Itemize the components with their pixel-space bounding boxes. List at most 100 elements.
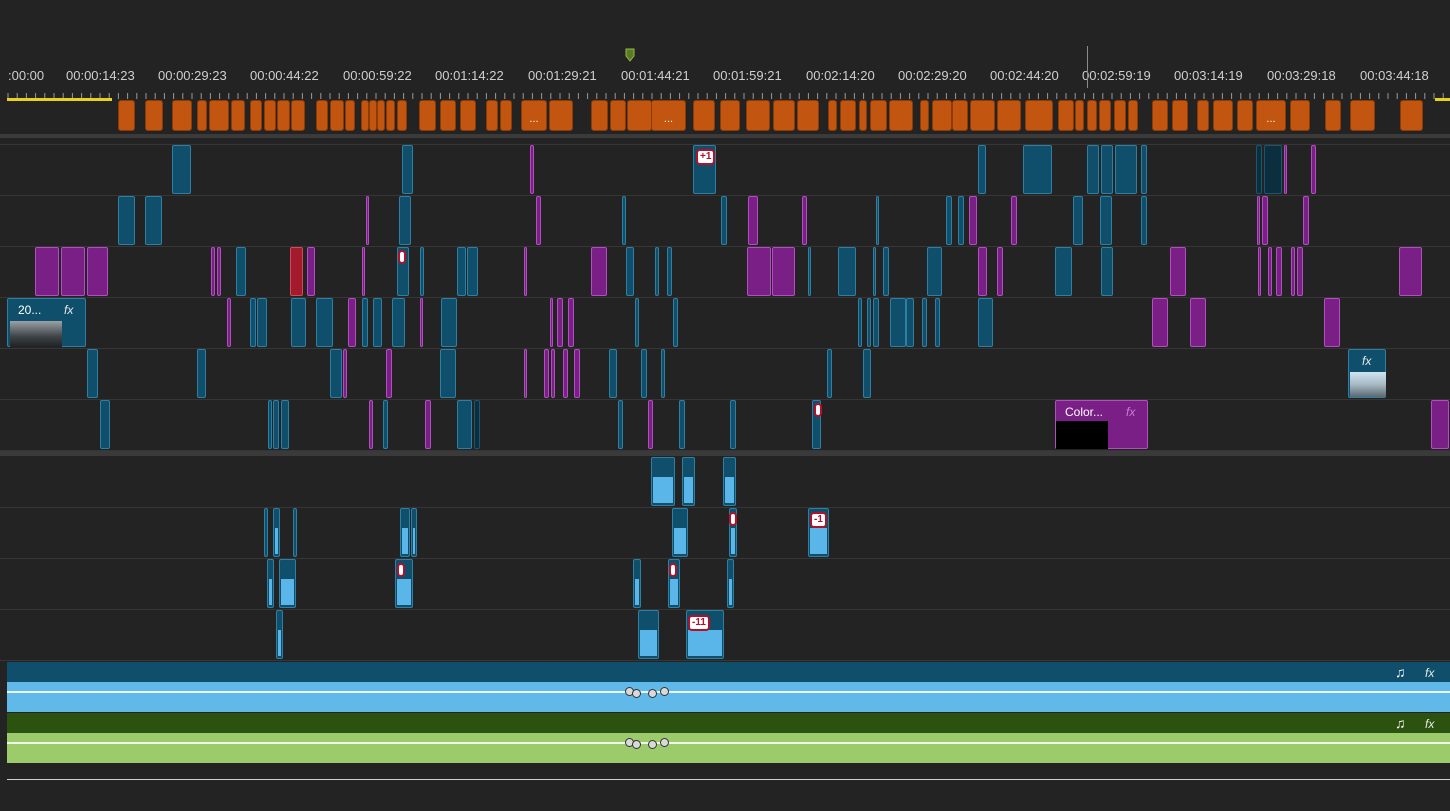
timeline-marker[interactable] bbox=[1172, 100, 1188, 131]
video-clip[interactable] bbox=[568, 298, 574, 347]
keyframe-icon[interactable] bbox=[660, 738, 669, 747]
audio-clip[interactable] bbox=[723, 457, 736, 506]
video-clip[interactable] bbox=[402, 145, 413, 194]
timeline-marker[interactable] bbox=[1325, 100, 1341, 131]
video-clip[interactable] bbox=[172, 145, 191, 194]
video-clip[interactable] bbox=[366, 196, 369, 245]
video-clip[interactable] bbox=[1284, 145, 1287, 194]
keyframe-icon[interactable] bbox=[660, 687, 669, 696]
video-clip[interactable] bbox=[250, 298, 256, 347]
video-clip[interactable] bbox=[557, 298, 563, 347]
video-clip[interactable] bbox=[290, 247, 303, 296]
keyframe-icon[interactable] bbox=[648, 689, 657, 698]
video-clip[interactable] bbox=[574, 349, 580, 398]
timeline-marker[interactable] bbox=[627, 100, 652, 131]
fx-icon[interactable]: fx bbox=[64, 303, 73, 317]
video-clip[interactable] bbox=[563, 349, 568, 398]
timeline-marker[interactable] bbox=[773, 100, 795, 131]
audio-clip[interactable] bbox=[273, 508, 280, 557]
video-clip[interactable] bbox=[524, 349, 527, 398]
timeline-marker[interactable] bbox=[377, 100, 385, 131]
video-clip[interactable] bbox=[648, 400, 653, 449]
timeline-marker[interactable] bbox=[330, 100, 344, 131]
video-clip[interactable] bbox=[1303, 196, 1309, 245]
video-clip[interactable] bbox=[1101, 247, 1113, 296]
timeline-marker[interactable] bbox=[859, 100, 867, 131]
timeline-marker[interactable]: ... bbox=[1256, 100, 1286, 131]
timeline-marker[interactable] bbox=[828, 100, 837, 131]
video-clip[interactable] bbox=[467, 247, 478, 296]
fx-icon[interactable]: fx bbox=[1425, 717, 1434, 731]
video-clip[interactable] bbox=[399, 196, 411, 245]
timeline-marker[interactable] bbox=[997, 100, 1021, 131]
video-clip[interactable] bbox=[457, 247, 466, 296]
video-clip[interactable] bbox=[876, 196, 879, 245]
audio-clip[interactable] bbox=[267, 559, 274, 608]
timeline-marker[interactable] bbox=[145, 100, 163, 131]
video-clip[interactable] bbox=[343, 349, 347, 398]
video-clip[interactable] bbox=[392, 298, 405, 347]
video-clip[interactable] bbox=[838, 247, 856, 296]
timeline-marker[interactable] bbox=[1058, 100, 1074, 131]
video-clip[interactable] bbox=[530, 145, 534, 194]
timeline-marker[interactable] bbox=[486, 100, 498, 131]
video-clip[interactable] bbox=[524, 247, 527, 296]
video-clip[interactable] bbox=[618, 400, 623, 449]
video-clip[interactable] bbox=[383, 400, 388, 449]
video-clip[interactable] bbox=[808, 247, 811, 296]
video-clip[interactable] bbox=[1264, 145, 1282, 194]
video-clip[interactable] bbox=[551, 349, 555, 398]
video-clip[interactable] bbox=[1324, 298, 1340, 347]
timeline-marker[interactable] bbox=[720, 100, 740, 131]
video-clip[interactable] bbox=[1268, 247, 1272, 296]
audio-clip[interactable] bbox=[293, 508, 297, 557]
playhead-icon[interactable] bbox=[625, 48, 635, 62]
timeline-marker[interactable] bbox=[970, 100, 995, 131]
video-clip[interactable] bbox=[1170, 247, 1186, 296]
video-clip-thumb[interactable]: fx bbox=[1348, 349, 1386, 398]
video-clip[interactable] bbox=[550, 298, 553, 347]
video-clip[interactable] bbox=[474, 400, 480, 449]
video-clip[interactable] bbox=[1256, 145, 1262, 194]
timeline-marker[interactable] bbox=[1099, 100, 1111, 131]
video-clip[interactable] bbox=[386, 349, 392, 398]
video-clip[interactable] bbox=[679, 400, 685, 449]
video-clip[interactable] bbox=[673, 298, 678, 347]
volume-line[interactable] bbox=[7, 691, 1450, 693]
video-clip[interactable] bbox=[1190, 298, 1206, 347]
timeline-marker[interactable] bbox=[549, 100, 573, 131]
timeline-marker[interactable] bbox=[369, 100, 377, 131]
video-clip[interactable] bbox=[747, 247, 771, 296]
audio-clip[interactable] bbox=[276, 610, 283, 659]
audio-clip[interactable] bbox=[672, 508, 688, 557]
video-clip[interactable] bbox=[118, 196, 135, 245]
video-clip[interactable] bbox=[217, 247, 221, 296]
video-clip[interactable] bbox=[1291, 247, 1295, 296]
audio-track-a2-clip[interactable]: ♫ fx bbox=[7, 713, 1450, 763]
video-clip[interactable] bbox=[958, 196, 964, 245]
video-clip[interactable] bbox=[1055, 247, 1072, 296]
video-clip[interactable] bbox=[827, 349, 832, 398]
timeline-marker[interactable] bbox=[840, 100, 856, 131]
timeline-marker[interactable] bbox=[209, 100, 229, 131]
timeline-marker[interactable] bbox=[1025, 100, 1053, 131]
timeline-marker[interactable] bbox=[277, 100, 290, 131]
timeline-marker[interactable] bbox=[610, 100, 626, 131]
video-clip[interactable] bbox=[420, 247, 424, 296]
video-clip[interactable] bbox=[591, 247, 607, 296]
video-clip[interactable] bbox=[145, 196, 162, 245]
timeline-marker[interactable] bbox=[1087, 100, 1097, 131]
timeline-marker[interactable] bbox=[250, 100, 262, 131]
video-clip[interactable] bbox=[227, 298, 231, 347]
timeline-marker[interactable] bbox=[386, 100, 395, 131]
video-clip[interactable] bbox=[87, 349, 98, 398]
video-clip[interactable] bbox=[87, 247, 108, 296]
keyframe-icon[interactable] bbox=[632, 740, 641, 749]
video-clip[interactable] bbox=[997, 247, 1003, 296]
video-clip[interactable] bbox=[867, 298, 871, 347]
video-clip[interactable] bbox=[1011, 196, 1017, 245]
keyframe-icon[interactable] bbox=[632, 689, 641, 698]
timeline-marker[interactable] bbox=[1114, 100, 1126, 131]
timeline-marker[interactable] bbox=[746, 100, 770, 131]
video-clip[interactable] bbox=[609, 349, 617, 398]
